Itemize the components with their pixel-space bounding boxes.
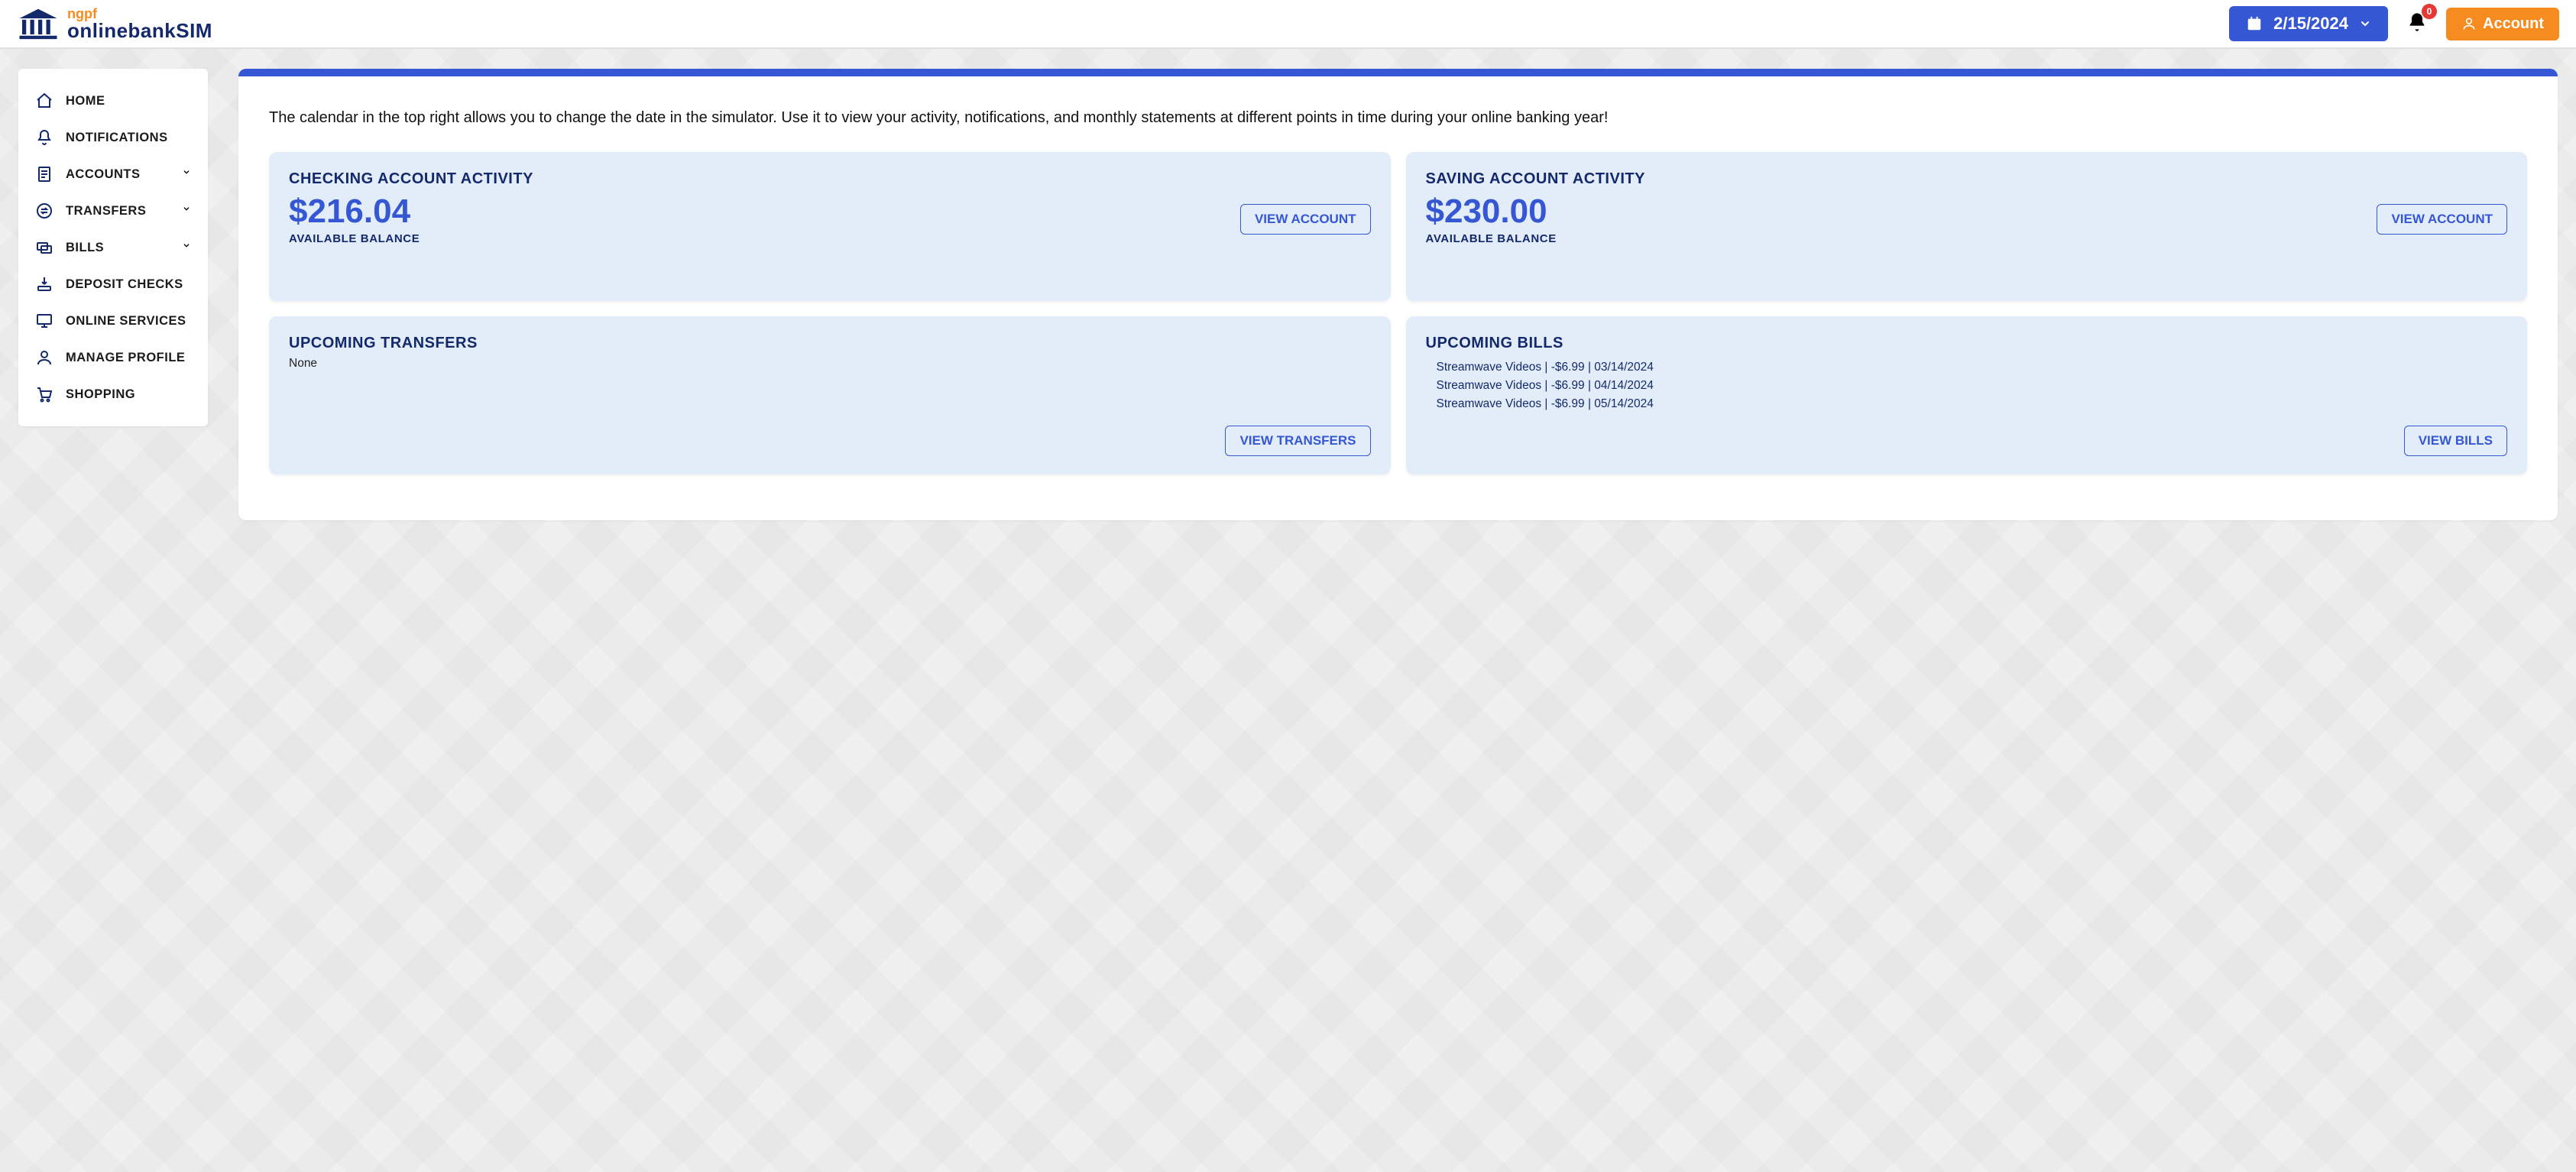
account-button[interactable]: Account [2446,8,2559,40]
chevron-down-icon [180,203,193,219]
sidebar-item-label: ONLINE SERVICES [66,314,186,329]
chevron-down-icon [2359,18,2371,30]
bill-item: Streamwave Videos | -$6.99 | 04/14/2024 [1437,377,2508,395]
workspace: HOME NOTIFICATIONS ACCOUNTS TRANSFERS BILLS D… [0,49,2576,540]
profile-icon [34,348,55,367]
transfers-title: UPCOMING TRANSFERS [289,335,1371,352]
bills-icon [34,238,55,257]
sidebar-item-accounts[interactable]: ACCOUNTS [26,156,200,193]
deposit-icon [34,275,55,293]
checking-balance: $216.04 [289,193,420,231]
sidebar-item-label: ACCOUNTS [66,167,141,182]
view-bills-button[interactable]: VIEW BILLS [2404,426,2507,456]
main: The calendar in the top right allows you… [238,69,2558,520]
bills-list: Streamwave Videos | -$6.99 | 03/14/2024S… [1426,358,2508,413]
sidebar-item-manage-profile[interactable]: MANAGE PROFILE [26,339,200,376]
date-picker-button[interactable]: 2/15/2024 [2229,6,2388,41]
checking-tile: CHECKING ACCOUNT ACTIVITY $216.04 AVAILA… [269,152,1391,301]
calendar-icon [2246,15,2263,32]
logo-bottom-text: onlinebankSIM [67,21,212,40]
view-saving-button[interactable]: VIEW ACCOUNT [2377,204,2507,235]
logo-text: ngpf onlinebankSIM [67,7,212,40]
saving-balance: $230.00 [1426,193,1557,231]
sidebar-item-transfers[interactable]: TRANSFERS [26,193,200,229]
topbar-right: 2/15/2024 0 Account [2229,6,2559,41]
chevron-down-icon [180,167,193,183]
sidebar-item-label: SHOPPING [66,387,135,402]
saving-title: SAVING ACCOUNT ACTIVITY [1426,170,2508,188]
monitor-icon [34,312,55,330]
doc-icon [34,165,55,183]
sidebar-item-label: HOME [66,94,105,108]
sidebar-item-online-services[interactable]: ONLINE SERVICES [26,303,200,339]
checking-sub: AVAILABLE BALANCE [289,232,420,245]
sidebar-item-label: MANAGE PROFILE [66,351,185,365]
bills-title: UPCOMING BILLS [1426,335,2508,352]
transfers-tile: UPCOMING TRANSFERS None VIEW TRANSFERS [269,316,1391,474]
topbar: ngpf onlinebankSIM 2/15/2024 0 [0,0,2576,49]
sidebar-item-shopping[interactable]: SHOPPING [26,376,200,413]
view-transfers-button[interactable]: VIEW TRANSFERS [1225,426,1370,456]
cards-grid: CHECKING ACCOUNT ACTIVITY $216.04 AVAILA… [269,152,2527,474]
user-icon [2461,16,2477,31]
notifications-badge: 0 [2422,4,2437,19]
notifications-button[interactable]: 0 [2403,8,2431,40]
bell-icon [34,128,55,147]
account-label: Account [2483,15,2544,33]
bill-item: Streamwave Videos | -$6.99 | 05/14/2024 [1437,395,2508,413]
sidebar-item-label: TRANSFERS [66,204,146,219]
transfers-empty: None [289,357,1371,371]
chevron-down-icon [180,240,193,256]
sidebar: HOME NOTIFICATIONS ACCOUNTS TRANSFERS BILLS D… [18,69,208,426]
sidebar-item-notifications[interactable]: NOTIFICATIONS [26,119,200,156]
saving-tile: SAVING ACCOUNT ACTIVITY $230.00 AVAILABL… [1406,152,2528,301]
transfer-icon [34,202,55,220]
home-icon [34,92,55,110]
date-value: 2/15/2024 [2273,14,2348,34]
sidebar-item-deposit-checks[interactable]: DEPOSIT CHECKS [26,266,200,303]
view-checking-button[interactable]: VIEW ACCOUNT [1240,204,1371,235]
sidebar-item-label: BILLS [66,241,104,255]
sidebar-item-label: DEPOSIT CHECKS [66,277,183,292]
bill-item: Streamwave Videos | -$6.99 | 03/14/2024 [1437,358,2508,377]
intro-text: The calendar in the top right allows you… [269,107,2527,129]
checking-title: CHECKING ACCOUNT ACTIVITY [289,170,1371,188]
main-card: The calendar in the top right allows you… [238,69,2558,520]
saving-sub: AVAILABLE BALANCE [1426,232,1557,245]
logo: ngpf onlinebankSIM [17,7,212,40]
sidebar-item-bills[interactable]: BILLS [26,229,200,266]
sidebar-item-label: NOTIFICATIONS [66,131,168,145]
sidebar-item-home[interactable]: HOME [26,83,200,119]
bills-tile: UPCOMING BILLS Streamwave Videos | -$6.9… [1406,316,2528,474]
cart-icon [34,385,55,403]
logo-bank-icon [17,8,60,40]
